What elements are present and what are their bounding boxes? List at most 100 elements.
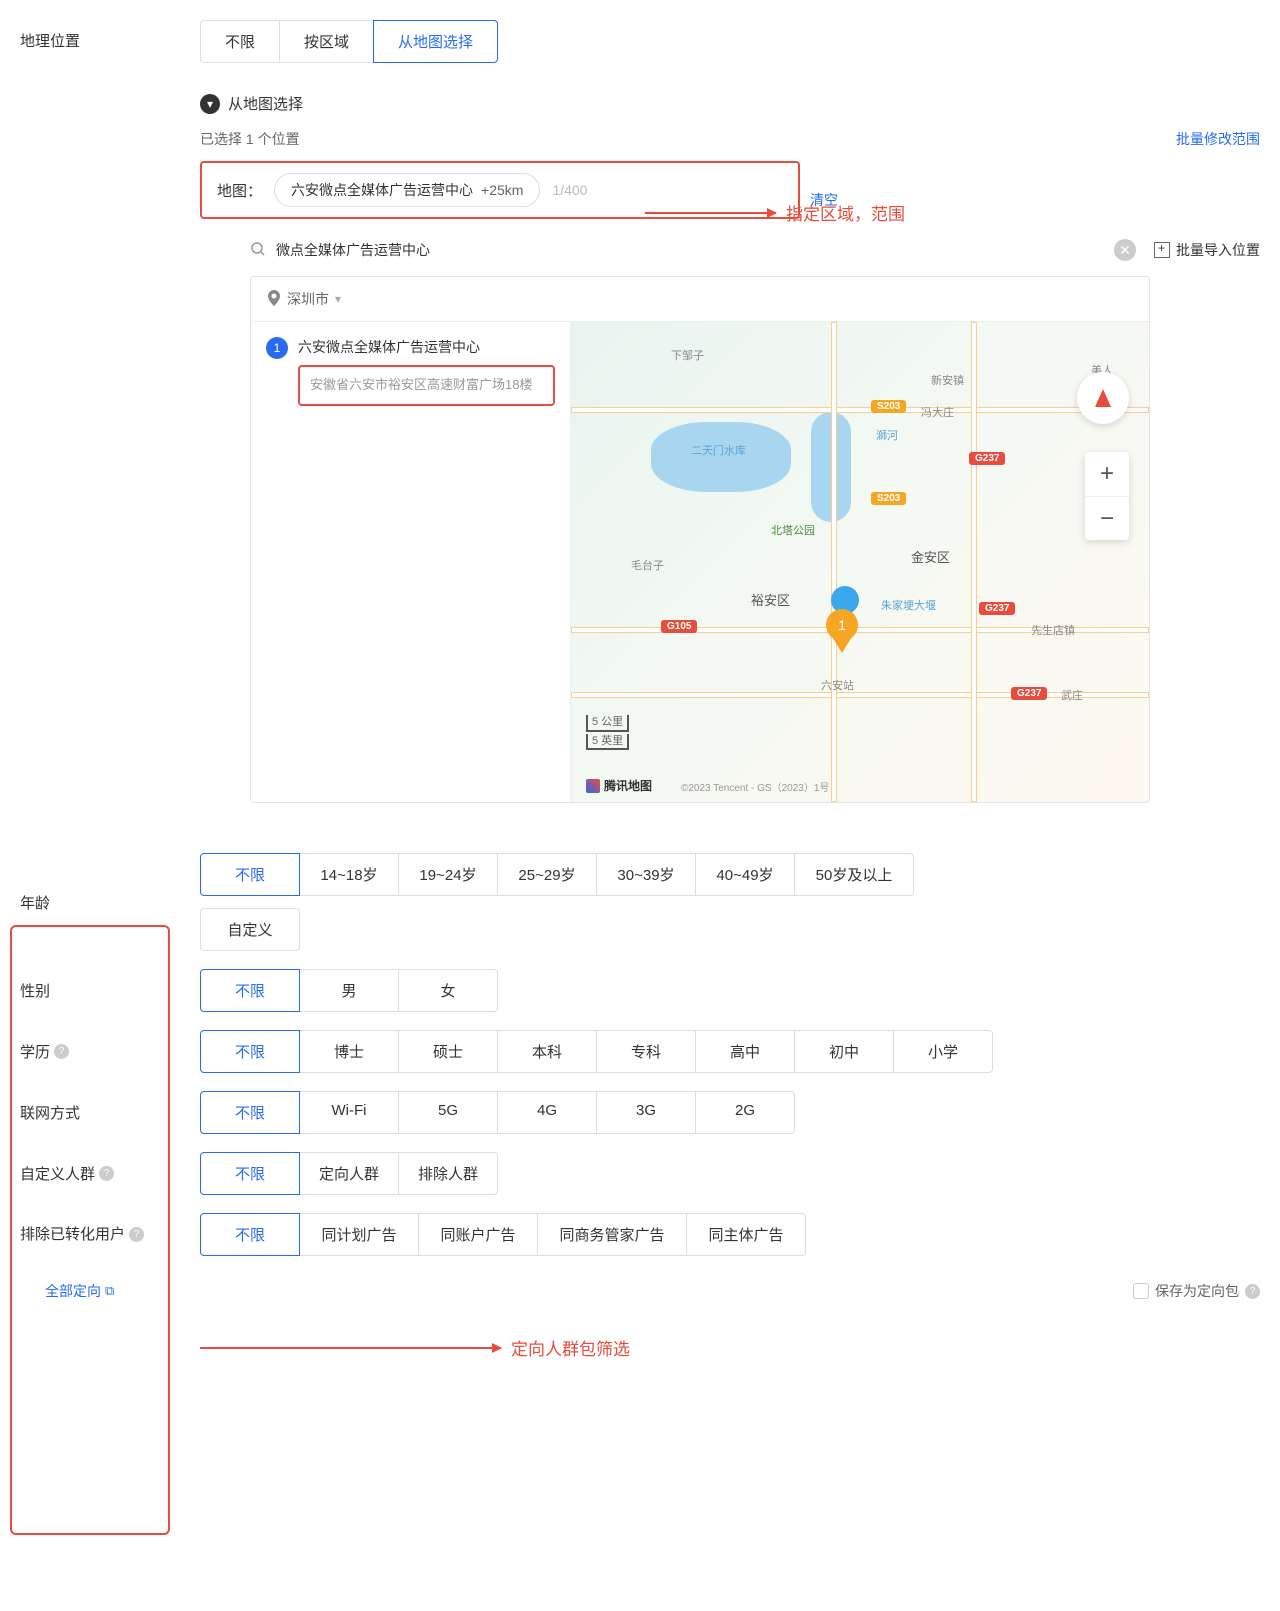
- search-text[interactable]: 微点全媒体广告运营中心: [276, 240, 430, 260]
- network-label: 联网方式: [20, 1102, 200, 1123]
- targeting-section: 年龄 不限 14~18岁 19~24岁 25~29岁 30~39岁 40~49岁…: [20, 853, 1260, 1301]
- help-icon[interactable]: ?: [54, 1044, 69, 1059]
- result-number: 1: [266, 337, 288, 359]
- ca-opt[interactable]: 定向人群: [299, 1152, 399, 1195]
- save-as-pack[interactable]: 保存为定向包 ?: [1133, 1281, 1260, 1301]
- selected-count: 已选择 1 个位置: [200, 129, 300, 149]
- city-name: 深圳市: [287, 289, 329, 309]
- map-place-label: 毛台子: [631, 557, 664, 573]
- map-place-label: 下邹子: [671, 347, 704, 363]
- count-text: 1/400: [552, 182, 587, 198]
- map-place-label: 金安区: [911, 547, 950, 566]
- edu-opt-unlimited[interactable]: 不限: [200, 1030, 300, 1073]
- pill-range: +25km: [481, 182, 523, 198]
- help-icon[interactable]: ?: [129, 1227, 144, 1242]
- custom-audience-options: 不限 定向人群 排除人群: [200, 1152, 498, 1195]
- location-pill[interactable]: 六安微点全媒体广告运营中心 +25km: [274, 173, 540, 207]
- gender-label: 性别: [20, 980, 200, 1001]
- edu-opt[interactable]: 小学: [893, 1030, 993, 1073]
- pin-icon: [267, 290, 281, 309]
- clear-search-icon[interactable]: ✕: [1114, 239, 1136, 261]
- gender-opt[interactable]: 男: [299, 969, 399, 1012]
- batch-edit-link[interactable]: 批量修改范围: [1176, 129, 1260, 149]
- education-label: 学历?: [20, 1041, 200, 1062]
- map-place-label: 六安站: [821, 677, 854, 693]
- age-opt[interactable]: 30~39岁: [596, 853, 696, 896]
- panel-title: 从地图选择: [228, 93, 303, 114]
- result-item[interactable]: 1 六安微点全媒体广告运营中心 安徽省六安市裕安区高速财富广场18楼: [266, 337, 555, 406]
- road-badge: G237: [969, 452, 1005, 465]
- age-opt[interactable]: 14~18岁: [299, 853, 399, 896]
- chevron-down-icon[interactable]: ▾: [200, 94, 220, 114]
- road-badge: S203: [871, 400, 906, 413]
- gender-options: 不限 男 女: [200, 969, 498, 1012]
- city-selector[interactable]: 深圳市 ▾: [251, 277, 1149, 322]
- edu-opt[interactable]: 博士: [299, 1030, 399, 1073]
- age-opt[interactable]: 19~24岁: [398, 853, 498, 896]
- map-canvas[interactable]: S203 S203 G237 G237 G237 G105 下邹子 新安镇 美人…: [571, 322, 1149, 802]
- pill-name: 六安微点全媒体广告运营中心: [291, 180, 473, 200]
- age-opt-unlimited[interactable]: 不限: [200, 853, 300, 896]
- location-tabs: 不限 按区域 从地图选择: [200, 20, 1260, 63]
- map-input-label: 地图：: [217, 180, 262, 201]
- gender-opt-unlimited[interactable]: 不限: [200, 969, 300, 1012]
- import-icon: [1154, 242, 1170, 258]
- result-title: 六安微点全媒体广告运营中心: [298, 337, 555, 357]
- net-opt[interactable]: Wi-Fi: [299, 1091, 399, 1134]
- batch-import-button[interactable]: 批量导入位置: [1154, 240, 1260, 260]
- map-place-label: 裕安区: [751, 590, 790, 609]
- net-opt[interactable]: 2G: [695, 1091, 795, 1134]
- map-place-label: 溮河: [876, 427, 898, 443]
- age-options: 不限 14~18岁 19~24岁 25~29岁 30~39岁 40~49岁 50…: [200, 853, 914, 896]
- map-marker-orange[interactable]: [826, 627, 858, 653]
- map-place-label: 北塔公园: [771, 522, 815, 538]
- map-copyright: ©2023 Tencent - GS（2023）1号: [681, 779, 829, 794]
- net-opt[interactable]: 5G: [398, 1091, 498, 1134]
- road-badge: G237: [1011, 687, 1047, 700]
- zoom-out-button[interactable]: −: [1085, 496, 1129, 540]
- zoom-in-button[interactable]: +: [1085, 452, 1129, 496]
- edu-opt[interactable]: 硕士: [398, 1030, 498, 1073]
- map-place-label: 冯大庄: [921, 404, 954, 420]
- ec-opt-unlimited[interactable]: 不限: [200, 1213, 300, 1256]
- checkbox[interactable]: [1133, 1283, 1149, 1299]
- save-pack-label: 保存为定向包: [1155, 1281, 1239, 1301]
- age-opt[interactable]: 50岁及以上: [794, 853, 914, 896]
- search-box: 微点全媒体广告运营中心: [250, 240, 430, 260]
- ec-opt[interactable]: 同商务管家广告: [537, 1213, 687, 1256]
- net-opt-unlimited[interactable]: 不限: [200, 1091, 300, 1134]
- search-icon: [250, 241, 266, 260]
- age-custom-button[interactable]: 自定义: [200, 908, 300, 951]
- ec-opt[interactable]: 同主体广告: [686, 1213, 806, 1256]
- ca-opt-unlimited[interactable]: 不限: [200, 1152, 300, 1195]
- edu-opt[interactable]: 高中: [695, 1030, 795, 1073]
- road-badge: S203: [871, 492, 906, 505]
- net-opt[interactable]: 3G: [596, 1091, 696, 1134]
- age-opt[interactable]: 25~29岁: [497, 853, 597, 896]
- edu-opt[interactable]: 本科: [497, 1030, 597, 1073]
- zoom-controls: + −: [1085, 452, 1129, 540]
- education-options: 不限 博士 硕士 本科 专科 高中 初中 小学: [200, 1030, 993, 1073]
- tab-unlimited[interactable]: 不限: [200, 20, 280, 63]
- map-scale: 5 公里 5 英里: [586, 715, 629, 752]
- edu-opt[interactable]: 专科: [596, 1030, 696, 1073]
- tab-from-map[interactable]: 从地图选择: [373, 20, 498, 63]
- help-icon[interactable]: ?: [1245, 1284, 1260, 1299]
- ca-opt[interactable]: 排除人群: [398, 1152, 498, 1195]
- net-opt[interactable]: 4G: [497, 1091, 597, 1134]
- ec-opt[interactable]: 同计划广告: [299, 1213, 419, 1256]
- exclude-converted-options: 不限 同计划广告 同账户广告 同商务管家广告 同主体广告: [200, 1213, 806, 1256]
- road-badge: G105: [661, 620, 697, 633]
- all-targeting-link[interactable]: 全部定向 ⧉: [45, 1281, 114, 1301]
- tab-by-region[interactable]: 按区域: [279, 20, 374, 63]
- map-container: 深圳市 ▾ 1 六安微点全媒体广告运营中心 安徽省六安市裕安区高速财富广场18楼: [250, 276, 1150, 803]
- edu-opt[interactable]: 初中: [794, 1030, 894, 1073]
- gender-opt[interactable]: 女: [398, 969, 498, 1012]
- map-logo: 腾讯地图: [586, 777, 652, 794]
- ec-opt[interactable]: 同账户广告: [418, 1213, 538, 1256]
- age-opt[interactable]: 40~49岁: [695, 853, 795, 896]
- help-icon[interactable]: ?: [99, 1166, 114, 1181]
- external-link-icon: ⧉: [105, 1283, 114, 1299]
- compass-icon[interactable]: [1077, 372, 1129, 424]
- location-label: 地理位置: [20, 20, 200, 51]
